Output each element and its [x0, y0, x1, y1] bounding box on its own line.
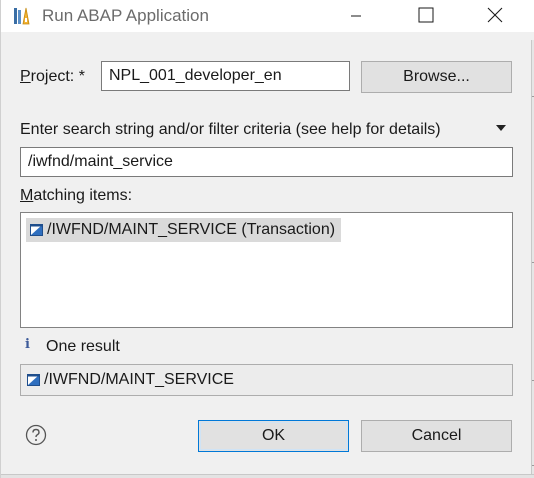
abap-application-icon	[14, 7, 30, 25]
search-label: Enter search string and/or filter criter…	[20, 121, 441, 138]
cancel-button[interactable]: Cancel	[361, 420, 512, 452]
matching-items-list[interactable]: /IWFND/MAINT_SERVICE (Transaction)	[20, 212, 513, 328]
maximize-icon[interactable]	[401, 0, 447, 32]
search-input[interactable]: /iwfnd/maint_service	[20, 147, 513, 177]
minimize-icon[interactable]	[333, 0, 379, 32]
transaction-icon	[27, 374, 40, 386]
matching-items-label: Matching items:	[20, 186, 132, 206]
selected-item-label: /IWFND/MAINT_SERVICE	[44, 371, 234, 388]
project-label: Project: *	[20, 67, 85, 87]
title-bar[interactable]: Run ABAP Application	[1, 0, 534, 32]
window-title: Run ABAP Application	[42, 6, 209, 25]
browse-button[interactable]: Browse...	[361, 61, 512, 93]
matching-label-mnemonic: M	[20, 187, 34, 204]
selected-item-detail: /IWFND/MAINT_SERVICE	[20, 364, 513, 396]
window-edge-bottom	[1, 474, 534, 478]
help-icon[interactable]	[25, 424, 47, 446]
list-item[interactable]: /IWFND/MAINT_SERVICE (Transaction)	[26, 218, 342, 242]
ok-label: OK	[261, 427, 286, 444]
close-icon[interactable]	[471, 0, 517, 32]
list-item-label: /IWFND/MAINT_SERVICE (Transaction)	[47, 221, 336, 238]
project-label-text: roject: *	[30, 68, 85, 85]
project-field[interactable]: NPL_001_developer_en	[101, 61, 350, 91]
matching-label-text: atching items:	[33, 187, 133, 204]
ok-button[interactable]: OK	[198, 420, 349, 452]
project-label-mnemonic: P	[20, 68, 31, 85]
result-status: One result	[46, 338, 120, 355]
run-abap-application-dialog: Run ABAP Application Project: * NPL_001_…	[0, 0, 534, 478]
transaction-icon	[30, 224, 43, 236]
filter-dropdown-icon[interactable]	[496, 125, 506, 131]
info-icon: i	[25, 337, 30, 352]
